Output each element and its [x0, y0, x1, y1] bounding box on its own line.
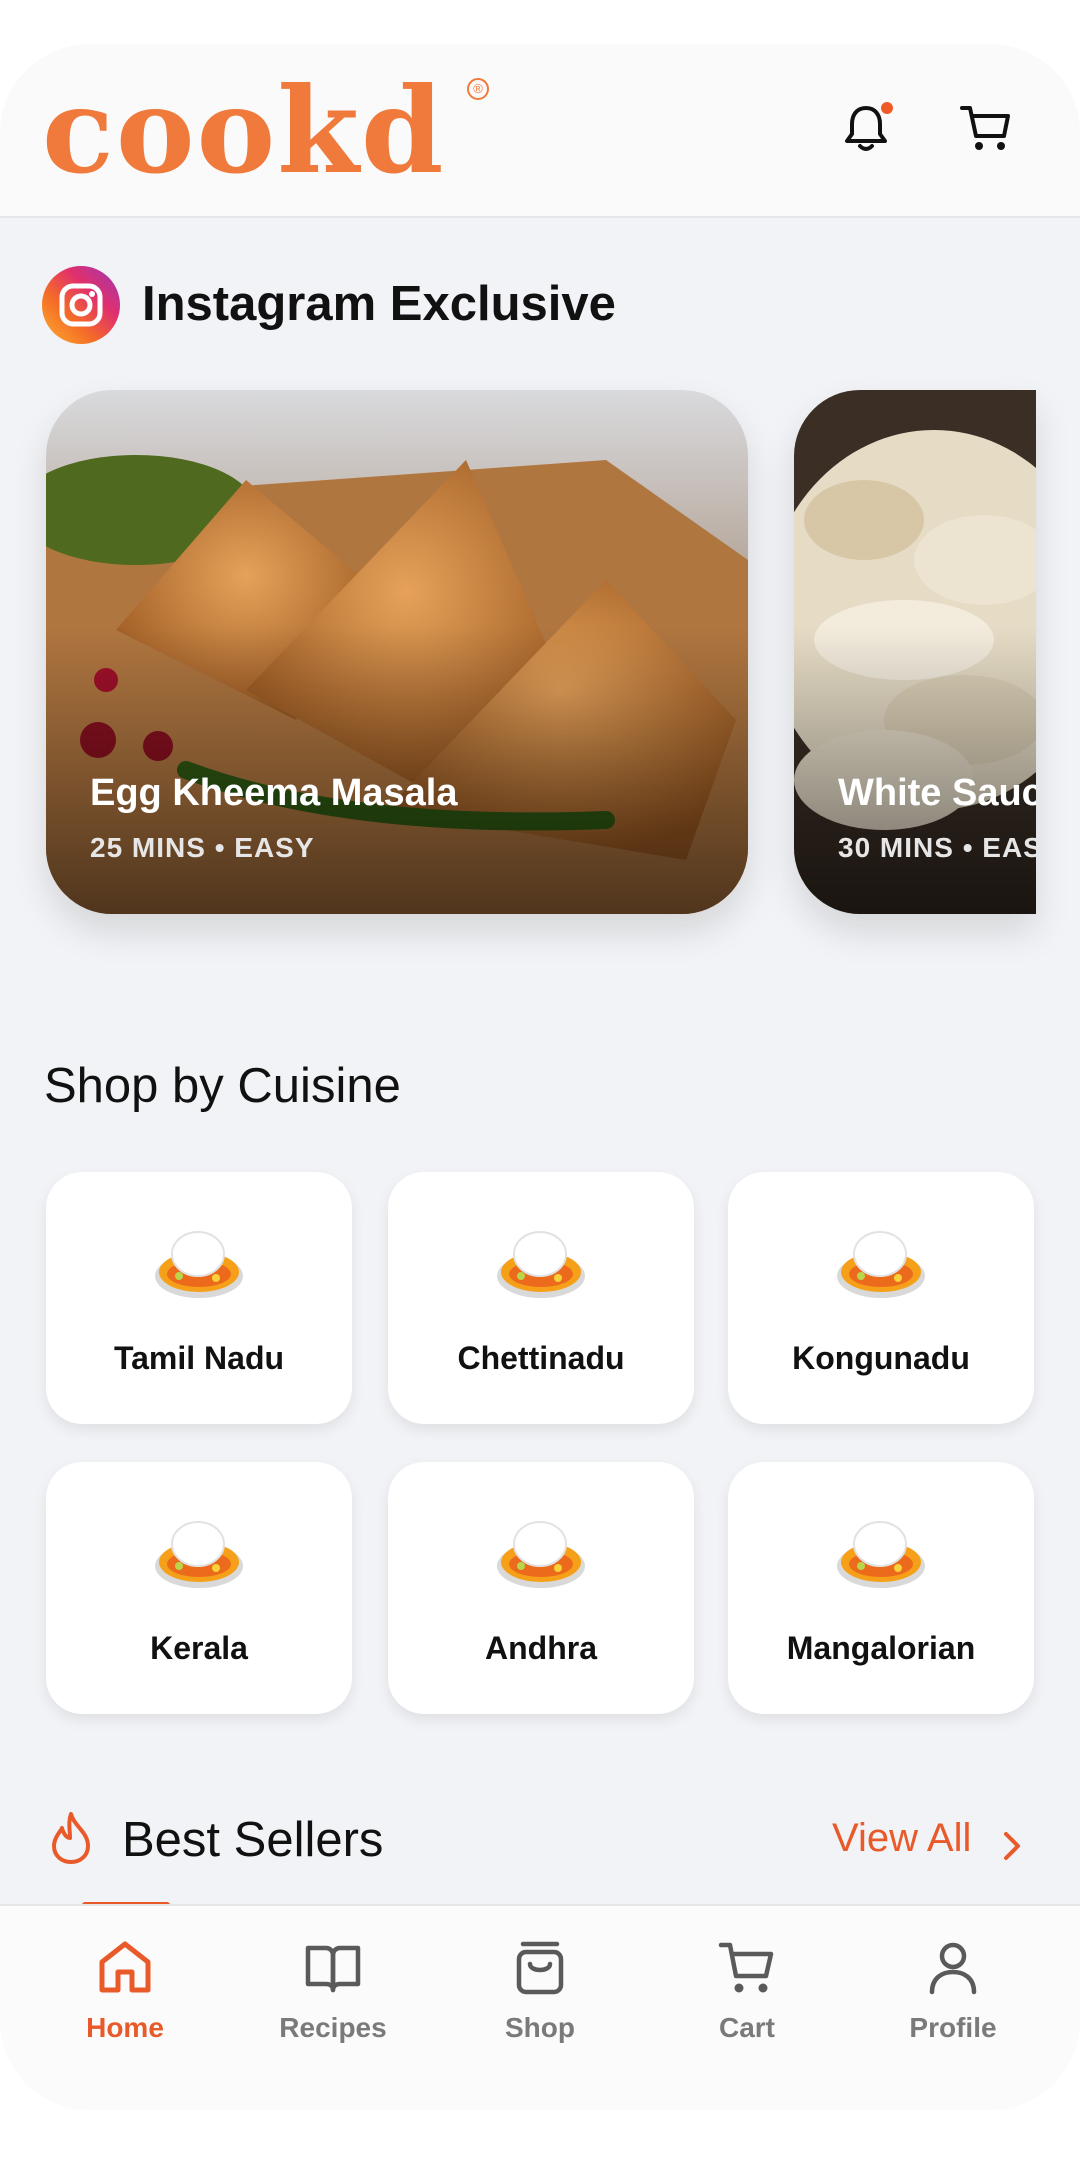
rice-curry-icon — [497, 1231, 585, 1298]
bottom-nav: Home Recipes Shop Cart Profile — [0, 1904, 1080, 2110]
nav-recipes-label: Recipes — [279, 2012, 387, 2043]
notification-dot — [881, 102, 893, 114]
recipe-card-meta: 30 MINS • EASY — [838, 832, 1036, 863]
nav-home-label: Home — [86, 2012, 164, 2043]
nav-home[interactable]: Home — [50, 1936, 200, 2056]
nav-cart-label: Cart — [718, 2012, 775, 2043]
nav-cart[interactable]: Cart — [672, 1936, 822, 2056]
cuisine-section-title: Shop by Cuisine — [44, 1059, 401, 1113]
cuisine-tile-label: Chettinadu — [457, 1340, 625, 1376]
nav-recipes[interactable]: Recipes — [258, 1936, 408, 2056]
nav-profile[interactable]: Profile — [878, 1936, 1028, 2056]
cuisine-tile-label: Kerala — [150, 1630, 248, 1666]
cart-icon — [718, 1942, 774, 1993]
shopping-bag-icon — [516, 1941, 564, 1995]
rice-curry-icon — [497, 1521, 585, 1588]
cuisine-tile[interactable]: Andhra — [388, 1462, 694, 1714]
cart-icon[interactable] — [958, 100, 1014, 156]
rice-curry-icon — [155, 1231, 243, 1298]
cuisine-tile[interactable]: Mangalorian — [728, 1462, 1034, 1714]
cuisine-tile[interactable]: Kerala — [46, 1462, 352, 1714]
nav-profile-label: Profile — [909, 2012, 997, 2043]
app-header: cookd ® — [0, 44, 1080, 218]
cuisine-tile[interactable]: Kongunadu — [728, 1172, 1034, 1424]
cuisine-tile-label: Andhra — [485, 1630, 597, 1666]
home-icon — [99, 1941, 151, 1993]
rice-curry-icon — [837, 1231, 925, 1298]
cuisine-tile-label: Mangalorian — [786, 1630, 976, 1666]
recipe-card-meta: 25 MINS • EASY — [90, 832, 315, 863]
app-screen: cookd ® Instagram Exclusive Egg Kheema M… — [0, 44, 1080, 2110]
user-icon — [929, 1942, 977, 1995]
rice-curry-icon — [837, 1521, 925, 1588]
cuisine-tile-label: Kongunadu — [792, 1340, 970, 1376]
chevron-right-icon[interactable] — [998, 1826, 1026, 1866]
cuisine-tile-label: Tamil Nadu — [113, 1340, 285, 1376]
nav-shop-label: Shop — [505, 2012, 575, 2043]
registered-mark: ® — [467, 78, 489, 100]
rice-curry-icon — [155, 1521, 243, 1588]
instagram-section-title: Instagram Exclusive — [142, 277, 616, 331]
view-all-label: View All — [832, 1816, 972, 1860]
recipe-card-title: Egg Kheema Masala — [90, 772, 458, 814]
view-all-link[interactable]: View All — [832, 1816, 971, 1861]
best-sellers-title: Best Sellers — [122, 1813, 384, 1867]
book-icon — [305, 1945, 361, 1993]
cuisine-tile[interactable]: Chettinadu — [388, 1172, 694, 1424]
recipe-card[interactable]: Egg Kheema Masala 25 MINS • EASY — [46, 390, 748, 914]
recipe-card[interactable]: White Sauce 30 MINS • EASY — [794, 390, 1036, 914]
cookd-logo[interactable]: cookd ® — [42, 72, 489, 190]
cuisine-tile[interactable]: Tamil Nadu — [46, 1172, 352, 1424]
recipe-card-title: White Sauce — [838, 772, 1036, 814]
logo-text: cookd — [42, 61, 446, 200]
nav-shop[interactable]: Shop — [465, 1936, 615, 2056]
instagram-icon — [42, 266, 120, 344]
flame-icon — [52, 1812, 90, 1864]
